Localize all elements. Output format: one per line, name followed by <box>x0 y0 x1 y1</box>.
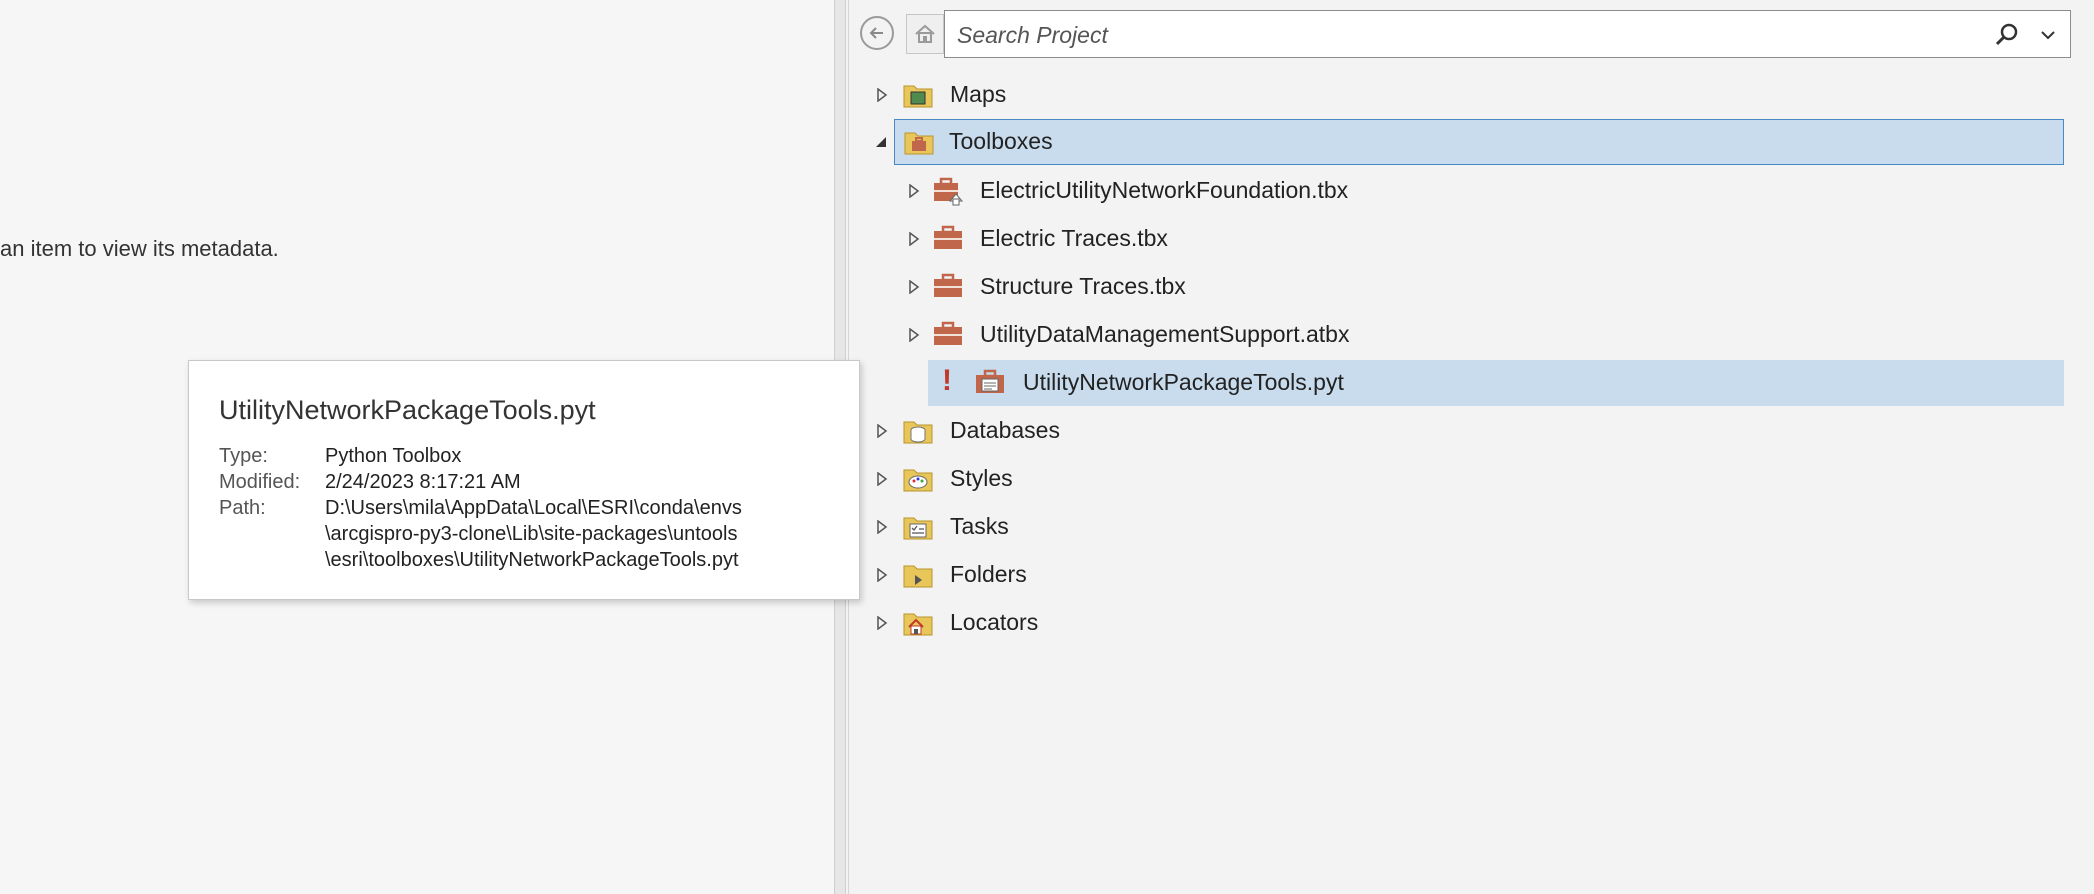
tree-item-utility-data-management-support[interactable]: UtilityDataManagementSupport.atbx <box>909 312 2064 358</box>
expand-arrow-icon[interactable] <box>906 327 922 343</box>
tooltip-type-value: Python Toolbox <box>325 445 462 467</box>
search-icon[interactable] <box>1992 21 2020 49</box>
search-input[interactable] <box>955 17 1939 53</box>
tree-label: ElectricUtilityNetworkFoundation.tbx <box>980 177 1349 203</box>
tree-label: Toolboxes <box>949 128 1053 154</box>
tooltip-path-line-3: \esri\toolboxes\UtilityNetworkPackageToo… <box>325 549 739 571</box>
expand-arrow-icon[interactable] <box>874 87 890 103</box>
expand-arrow-icon[interactable] <box>906 183 922 199</box>
tree-item-electric-utility-network-foundation[interactable]: ElectricUtilityNetworkFoundation.tbx <box>909 168 2064 214</box>
home-icon <box>915 24 935 43</box>
search-box[interactable] <box>944 10 2071 58</box>
tree-label: Databases <box>950 417 1060 443</box>
toolboxes-folder-icon <box>904 132 934 155</box>
folders-folder-icon <box>903 565 933 588</box>
metadata-hint: an item to view its metadata. <box>0 236 279 261</box>
maps-folder-icon <box>903 85 933 108</box>
tree-label: UtilityNetworkPackageTools.pyt <box>1023 369 1344 395</box>
tree-label: Structure Traces.tbx <box>980 273 1186 299</box>
tree-item-folders[interactable]: Folders <box>877 552 2064 598</box>
tree-item-styles[interactable]: Styles <box>877 456 2064 502</box>
home-button[interactable] <box>906 14 944 54</box>
toolbox-icon <box>934 273 962 297</box>
python-toolbox-icon <box>976 369 1004 393</box>
tooltip-type-key: Type: <box>219 445 268 467</box>
tree-label: Tasks <box>950 513 1009 539</box>
warning-icon: ! <box>942 364 952 397</box>
tree-label: Styles <box>950 465 1013 491</box>
tree-item-utility-network-package-tools[interactable]: ! UtilityNetworkPackageTools.pyt <box>928 360 2064 406</box>
tooltip-path-line-2: \arcgispro-py3-clone\Lib\site-packages\u… <box>325 523 738 545</box>
expand-arrow-icon[interactable] <box>874 423 890 439</box>
tree-item-maps[interactable]: Maps <box>877 72 2064 118</box>
chevron-down-icon[interactable] <box>2038 25 2058 45</box>
toolbox-icon <box>934 177 964 206</box>
expand-arrow-icon[interactable] <box>874 567 890 583</box>
expand-arrow-icon[interactable] <box>874 615 890 631</box>
tree-item-structure-traces[interactable]: Structure Traces.tbx <box>909 264 2064 310</box>
tree-label: Maps <box>950 81 1007 107</box>
expand-arrow-icon[interactable] <box>874 519 890 535</box>
tooltip-path-line-1: D:\Users\mila\AppData\Local\ESRI\conda\e… <box>325 497 742 519</box>
expand-arrow-icon[interactable] <box>874 471 890 487</box>
collapse-arrow-icon[interactable] <box>873 134 889 150</box>
tree-item-electric-traces[interactable]: Electric Traces.tbx <box>909 216 2064 262</box>
back-button[interactable] <box>860 16 894 50</box>
tooltip-modified-value: 2/24/2023 8:17:21 AM <box>325 471 521 493</box>
locators-folder-icon <box>903 613 933 636</box>
back-arrow-icon <box>869 27 883 39</box>
toolbox-icon <box>934 321 962 345</box>
item-tooltip: UtilityNetworkPackageTools.pyt Type: Pyt… <box>188 360 860 600</box>
tree-label: Electric Traces.tbx <box>980 225 1168 251</box>
tooltip-title: UtilityNetworkPackageTools.pyt <box>219 395 596 425</box>
databases-folder-icon <box>903 421 933 444</box>
tree-label: Folders <box>950 561 1027 587</box>
expand-arrow-icon[interactable] <box>906 279 922 295</box>
tree-item-locators[interactable]: Locators <box>877 600 2064 646</box>
tooltip-modified-key: Modified: <box>219 471 301 493</box>
tree-item-tasks[interactable]: Tasks <box>877 504 2064 550</box>
expand-arrow-icon[interactable] <box>906 231 922 247</box>
styles-folder-icon <box>903 469 933 492</box>
tree-label: Locators <box>950 609 1039 635</box>
toolbox-icon <box>934 225 962 249</box>
tree-item-databases[interactable]: Databases <box>877 408 2064 454</box>
tree-item-toolboxes[interactable]: Toolboxes <box>876 119 2064 165</box>
tree-label: UtilityDataManagementSupport.atbx <box>980 321 1350 347</box>
tasks-folder-icon <box>903 517 933 540</box>
tooltip-path-key: Path: <box>219 497 266 519</box>
